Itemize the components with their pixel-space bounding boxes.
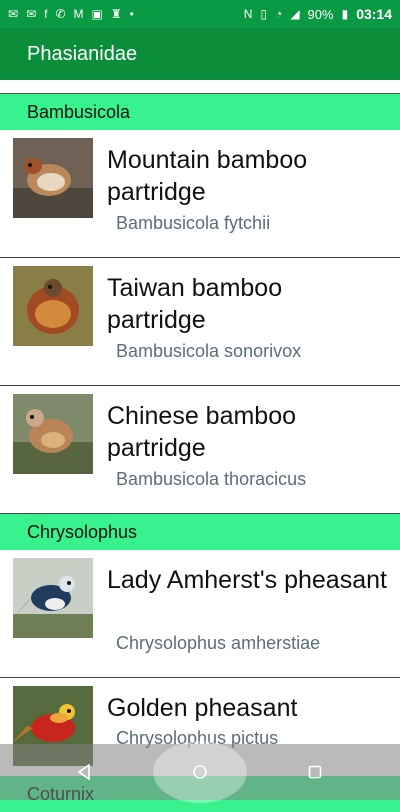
common-name: Chinese bamboo partridge (107, 402, 297, 462)
back-button[interactable] (70, 758, 98, 786)
common-name: Mountain bamboo partridge (107, 146, 308, 206)
navigation-bar (0, 741, 400, 803)
wifi-icon: ◔ (275, 7, 283, 21)
recents-square-icon (308, 765, 322, 779)
scientific-name: Bambusicola sonorivox (116, 341, 302, 361)
app-bar: Phasianidae (0, 28, 400, 80)
common-name: Taiwan bamboo partridge (107, 274, 283, 334)
system-icons: N ▯ ◔ ◢ 90% ▮ 03:14 (244, 6, 392, 22)
section-title: Bambusicola (27, 101, 131, 122)
back-triangle-icon (77, 764, 90, 780)
clock: 03:14 (356, 6, 392, 22)
recents-button[interactable] (301, 758, 329, 786)
battery-icon: ▮ (341, 7, 349, 21)
bird-thumbnail (13, 138, 93, 218)
status-bar: ✉ ✉ f ✆ M ▣ ♜ • N ▯ ◔ ◢ 90% ▮ 03:14 (0, 0, 400, 28)
list-item-partial[interactable] (0, 80, 400, 94)
mail-icon: ✉ (8, 7, 19, 21)
notification-icons: ✉ ✉ f ✆ M ▣ ♜ • (8, 8, 134, 20)
home-circle-icon (193, 765, 207, 779)
common-name: Golden pheasant (107, 694, 298, 722)
section-header: Chrysolophus (0, 514, 400, 550)
image-icon: ▣ (91, 7, 103, 21)
facebook-icon: f (44, 7, 48, 21)
section-header: Bambusicola (0, 94, 400, 130)
species-list[interactable]: Bambusicola Mountain bamboo partridge Ba… (0, 80, 400, 800)
bird-thumbnail (13, 558, 93, 638)
mail-icon: ✉ (26, 7, 37, 21)
scientific-name: Bambusicola fytchii (116, 213, 271, 233)
keyhole-icon: ♜ (110, 7, 122, 21)
list-item[interactable]: Mountain bamboo partridge Bambusicola fy… (0, 130, 400, 258)
signal-icon: ◢ (290, 7, 300, 21)
dot-icon: • (129, 7, 134, 21)
bird-thumbnail (13, 394, 93, 474)
scientific-name: Chrysolophus amherstiae (116, 633, 321, 653)
list-item[interactable]: Lady Amherst's pheasant Chrysolophus amh… (0, 550, 400, 678)
common-name: Lady Amherst's pheasant (107, 566, 387, 594)
scientific-name: Bambusicola thoracicus (116, 469, 307, 489)
nfc-icon: N (243, 7, 253, 21)
gmail-icon: M (73, 7, 84, 21)
bird-thumbnail (13, 266, 93, 346)
list-item[interactable]: Taiwan bamboo partridge Bambusicola sono… (0, 258, 400, 386)
battery-percent: 90% (307, 6, 334, 22)
home-button[interactable] (186, 758, 214, 786)
vibrate-icon: ▯ (260, 7, 268, 21)
missed-call-icon: ✆ (55, 7, 66, 21)
page-title: Phasianidae (27, 42, 138, 65)
list-item[interactable]: Chinese bamboo partridge Bambusicola tho… (0, 386, 400, 514)
section-title: Chrysolophus (27, 521, 138, 542)
